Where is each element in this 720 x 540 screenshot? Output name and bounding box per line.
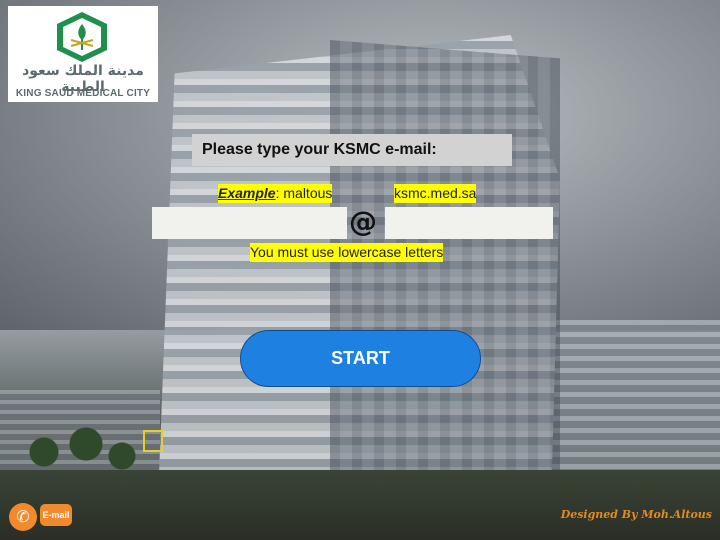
ksmc-emblem-icon [57, 12, 107, 62]
lowercase-note: You must use lowercase letters [250, 243, 444, 262]
designer-credit: Designed By Moh.Altous [560, 508, 712, 521]
logo-english-text: KING SAUD MEDICAL CITY [15, 88, 151, 99]
example-label: Example [218, 185, 276, 201]
email-username-input[interactable] [152, 207, 347, 239]
email-button[interactable]: E-mail [40, 504, 72, 526]
small-square-marker [143, 430, 163, 452]
ksmc-logo: مدينة الملك سعود الطبية KING SAUD MEDICA… [8, 6, 158, 102]
domain-hint: ksmc.med.sa [394, 184, 477, 203]
email-prompt-label: Please type your KSMC e-mail: [192, 134, 512, 166]
example-hint: Example: maltous [218, 184, 333, 203]
at-symbol: @ [349, 205, 377, 238]
tower-glass [330, 40, 560, 500]
palm-trees [20, 420, 140, 500]
phone-call-icon[interactable]: ✆ [9, 503, 37, 531]
email-domain-input[interactable] [385, 207, 553, 239]
example-value: : maltous [275, 185, 333, 201]
start-button[interactable]: START [240, 330, 481, 387]
